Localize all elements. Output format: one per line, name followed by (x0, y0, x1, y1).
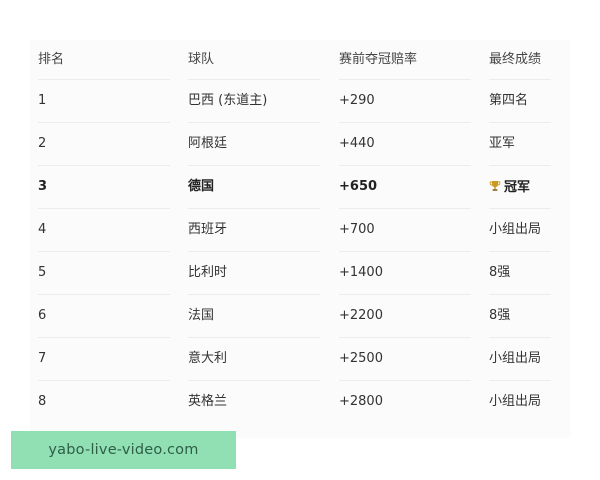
cell-result: 小组出局 (489, 209, 569, 252)
table-row: 5 比利时 +1400 8强 (38, 252, 569, 295)
cell-odds: +440 (339, 123, 489, 166)
table-row: 1 巴西 (东道主) +290 第四名 (38, 80, 569, 123)
cell-odds: +650 (339, 166, 489, 209)
result-text: 冠军 (504, 180, 531, 195)
cell-rank: 1 (38, 80, 188, 123)
cell-odds: +2200 (339, 295, 489, 338)
trophy-icon (489, 166, 501, 208)
cell-result: 8强 (489, 295, 569, 338)
table-row-champion: 3 德国 +650 冠军 (38, 166, 569, 209)
cell-rank: 5 (38, 252, 188, 295)
header-team: 球队 (188, 40, 339, 80)
table-row: 7 意大利 +2500 小组出局 (38, 338, 569, 381)
header-odds: 赛前夺冠赔率 (339, 40, 489, 80)
cell-result: 第四名 (489, 80, 569, 123)
cell-team: 法国 (188, 295, 339, 338)
odds-table-card: 排名 球队 赛前夺冠赔率 最终成绩 1 巴西 (东道主) +290 第四名 2 … (30, 40, 570, 438)
cell-result: 小组出局 (489, 338, 569, 381)
cell-result: 小组出局 (489, 394, 542, 409)
cell-team: 意大利 (188, 338, 339, 381)
cell-rank: 2 (38, 123, 188, 166)
cell-rank: 6 (38, 295, 188, 338)
cell-result: 冠军 (489, 166, 569, 209)
table-row: 4 西班牙 +700 小组出局 (38, 209, 569, 252)
header-result: 最终成绩 (489, 40, 569, 80)
cell-team: 英格兰 (188, 394, 228, 409)
cell-rank: 3 (38, 166, 188, 209)
table-row: 2 阿根廷 +440 亚军 (38, 123, 569, 166)
cell-rank: 4 (38, 209, 188, 252)
cell-odds: +2500 (339, 338, 489, 381)
cell-rank: 8 (38, 394, 47, 409)
cell-odds: +700 (339, 209, 489, 252)
header-rank: 排名 (38, 40, 188, 80)
cell-result: 8强 (489, 252, 569, 295)
cell-odds: +1400 (339, 252, 489, 295)
cell-team: 巴西 (东道主) (188, 80, 339, 123)
watermark-banner: yabo-live-video.com (11, 431, 236, 469)
cell-team: 德国 (188, 166, 339, 209)
cell-team: 阿根廷 (188, 123, 339, 166)
cell-odds: +290 (339, 80, 489, 123)
cell-team: 西班牙 (188, 209, 339, 252)
table-row: 8 英格兰 +2800 小组出局 (38, 381, 569, 423)
cell-result: 亚军 (489, 123, 569, 166)
cell-team: 比利时 (188, 252, 339, 295)
odds-table: 排名 球队 赛前夺冠赔率 最终成绩 1 巴西 (东道主) +290 第四名 2 … (38, 40, 569, 423)
cell-rank: 7 (38, 338, 188, 381)
table-header-row: 排名 球队 赛前夺冠赔率 最终成绩 (38, 40, 569, 80)
cell-odds: +2800 (339, 394, 383, 409)
table-row: 6 法国 +2200 8强 (38, 295, 569, 338)
page: 排名 球队 赛前夺冠赔率 最终成绩 1 巴西 (东道主) +290 第四名 2 … (0, 0, 600, 480)
watermark-text: yabo-live-video.com (48, 442, 199, 458)
